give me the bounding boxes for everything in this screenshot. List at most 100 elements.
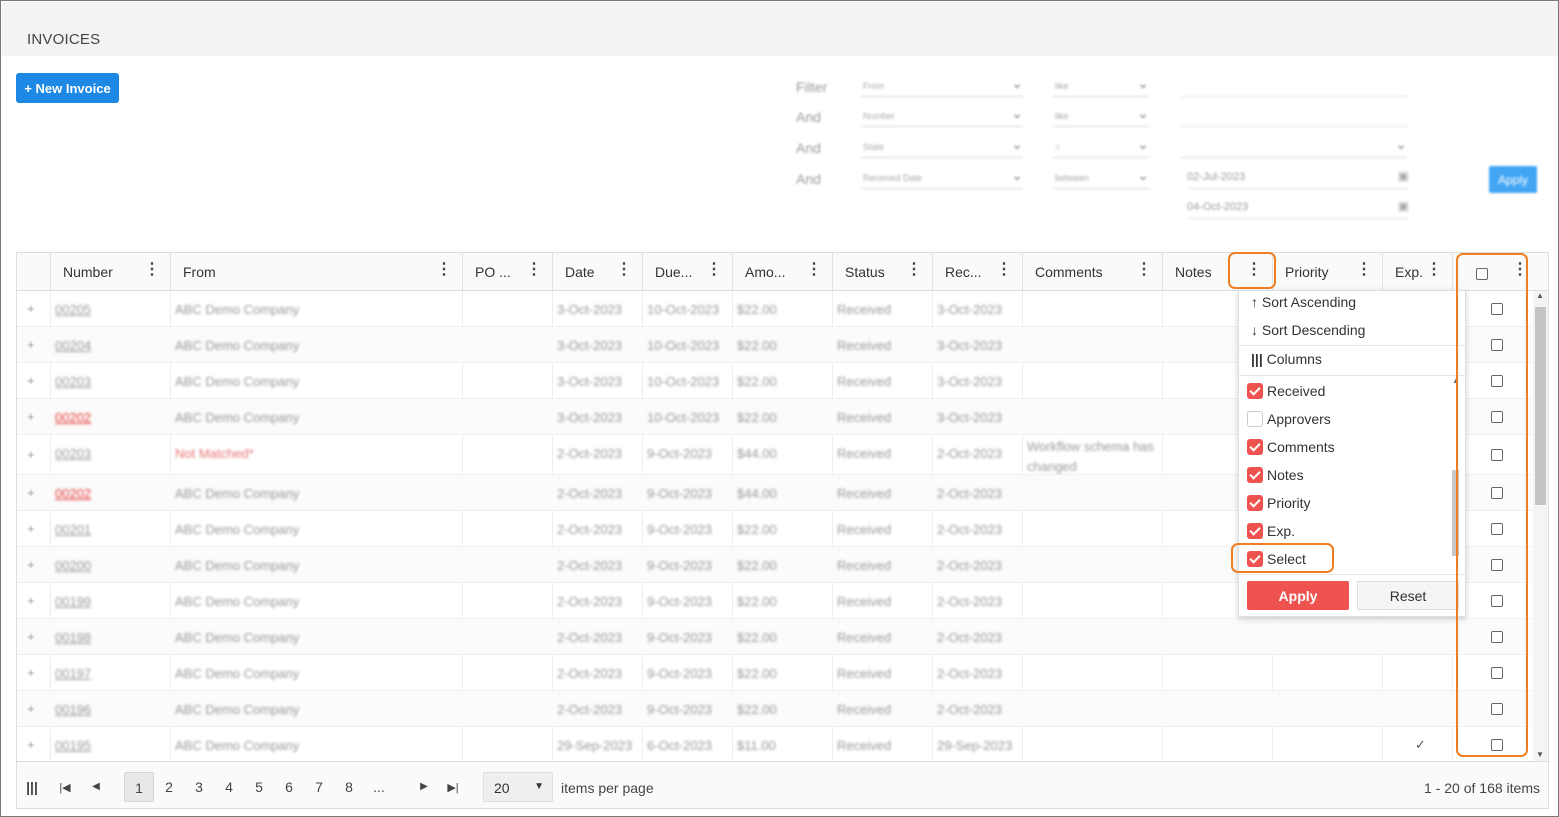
expand-row-icon[interactable]: + [27,665,35,680]
cell-number[interactable]: 00202 [50,475,170,510]
column-option-exp[interactable]: Exp. [1239,523,1444,545]
cell-number[interactable]: 00202 [50,399,170,434]
cell-number[interactable]: 00203 [50,363,170,398]
column-option-comments[interactable]: Comments [1239,439,1444,461]
menu-reset-button[interactable]: Reset [1357,581,1459,610]
page-button[interactable]: 6 [274,772,304,802]
column-chooser-icon[interactable]: ||| [25,772,39,802]
expand-row-icon[interactable]: + [27,629,35,644]
first-page-icon[interactable]: |◀ [57,772,73,802]
expand-row-icon[interactable]: + [27,557,35,572]
column-menu-icon[interactable]: ⋮ [144,261,160,279]
sort-ascending-item[interactable]: ↑ Sort Ascending [1251,294,1356,310]
filter-operator-select[interactable]: like [1053,75,1149,97]
column-option-checkbox[interactable] [1247,439,1263,455]
filter-field-select[interactable]: From [861,75,1023,97]
cell-number[interactable]: 00195 [50,727,170,761]
column-header-due[interactable]: Due... ⋮ [642,253,732,291]
cell-number[interactable]: 00203 [50,435,170,474]
column-menu-icon[interactable]: ⋮ [996,261,1012,279]
filter-value-select[interactable] [1181,136,1407,158]
scroll-up-icon[interactable]: ▲ [1536,291,1544,300]
column-option-received[interactable]: Received [1239,383,1444,405]
sort-descending-item[interactable]: ↓ Sort Descending [1251,322,1365,338]
expand-row-icon[interactable]: + [27,485,35,500]
column-menu-icon[interactable]: ⋮ [1136,261,1152,279]
filter-field-select[interactable]: State [861,136,1023,158]
column-header-from[interactable]: From ⋮ [170,253,462,291]
expand-row-icon[interactable]: + [27,521,35,536]
page-ellipsis[interactable]: ... [364,772,394,802]
column-header-comments[interactable]: Comments ⋮ [1022,253,1162,291]
filter-apply-button[interactable]: Apply [1489,166,1537,193]
calendar-icon[interactable]: ▣ [1398,169,1409,183]
filter-field-select[interactable]: Received Date [861,167,1023,189]
column-header-number[interactable]: Number ⋮ [50,253,170,291]
expand-row-icon[interactable]: + [27,409,35,424]
column-menu-icon[interactable]: ⋮ [1356,261,1372,279]
column-header-priority[interactable]: Priority ⋮ [1272,253,1382,291]
cell-number[interactable]: 00198 [50,619,170,654]
column-menu-icon[interactable]: ⋮ [906,261,922,279]
column-header-exp[interactable]: Exp. ⋮ [1382,253,1452,291]
table-row[interactable]: +00195 ABC Demo Company 29-Sep-2023 6-Oct-2… [17,727,1532,761]
scroll-down-icon[interactable]: ▼ [1536,750,1544,759]
grid-vertical-scrollbar[interactable]: ▲ ▼ [1533,291,1548,761]
table-row[interactable]: +00196 ABC Demo Company 2-Oct-2023 9-Oct-20… [17,691,1532,727]
page-button[interactable]: 3 [184,772,214,802]
expand-row-icon[interactable]: + [27,737,35,752]
page-button[interactable]: 5 [244,772,274,802]
expand-row-icon[interactable]: + [27,447,35,462]
filter-operator-select[interactable]: like [1053,105,1149,127]
column-option-checkbox[interactable] [1247,467,1263,483]
scrollbar-thumb[interactable] [1535,307,1546,505]
column-option-notes[interactable]: Notes [1239,467,1444,489]
expand-row-icon[interactable]: + [27,593,35,608]
new-invoice-button[interactable]: + New Invoice [16,73,119,103]
column-menu-icon[interactable]: ⋮ [1426,261,1442,279]
previous-page-icon[interactable]: ◀ [89,772,103,802]
expand-row-icon[interactable]: + [27,337,35,352]
calendar-icon[interactable]: ▣ [1398,199,1409,213]
filter-date-to[interactable]: 04-Oct-2023 ▣ [1187,195,1409,219]
column-menu-icon[interactable]: ⋮ [526,261,542,279]
cell-number[interactable]: 00199 [50,583,170,618]
column-option-checkbox[interactable] [1247,495,1263,511]
column-header-status[interactable]: Status ⋮ [832,253,932,291]
filter-date-from[interactable]: 02-Jul-2023 ▣ [1187,165,1409,189]
column-option-checkbox[interactable] [1247,411,1263,427]
menu-apply-button[interactable]: Apply [1247,581,1349,610]
page-button[interactable]: 8 [334,772,364,802]
cell-number[interactable]: 00205 [50,291,170,326]
column-option-checkbox[interactable] [1247,383,1263,399]
expand-row-icon[interactable]: + [27,701,35,716]
column-option-approvers[interactable]: Approvers [1239,411,1444,433]
columns-item[interactable]: ||| Columns [1251,351,1322,367]
filter-value-input[interactable] [1181,103,1409,127]
column-menu-icon[interactable]: ⋮ [806,261,822,279]
cell-number[interactable]: 00201 [50,511,170,546]
column-option-priority[interactable]: Priority [1239,495,1444,517]
page-button[interactable]: 7 [304,772,334,802]
expand-row-icon[interactable]: + [27,373,35,388]
cell-number[interactable]: 00196 [50,691,170,726]
cell-number[interactable]: 00197 [50,655,170,690]
column-header-received[interactable]: Rec... ⋮ [932,253,1022,291]
cell-number[interactable]: 00200 [50,547,170,582]
column-header-po[interactable]: PO ... ⋮ [462,253,552,291]
filter-operator-select[interactable]: between [1053,167,1149,189]
last-page-icon[interactable]: ▶| [445,772,461,802]
column-header-amount[interactable]: Amo... ⋮ [732,253,832,291]
page-size-select[interactable]: 20 ▼ [483,772,553,802]
column-option-checkbox[interactable] [1247,523,1263,539]
filter-operator-select[interactable]: = [1053,136,1149,158]
table-row[interactable]: +00197 ABC Demo Company 2-Oct-2023 9-Oct-20… [17,655,1532,691]
cell-number[interactable]: 00204 [50,327,170,362]
column-header-date[interactable]: Date ⋮ [552,253,642,291]
filter-value-input[interactable] [1181,73,1409,97]
column-menu-icon[interactable]: ⋮ [436,261,452,279]
column-menu-icon[interactable]: ⋮ [616,261,632,279]
column-menu-icon[interactable]: ⋮ [706,261,722,279]
page-button[interactable]: 2 [154,772,184,802]
page-button[interactable]: 1 [124,772,154,802]
